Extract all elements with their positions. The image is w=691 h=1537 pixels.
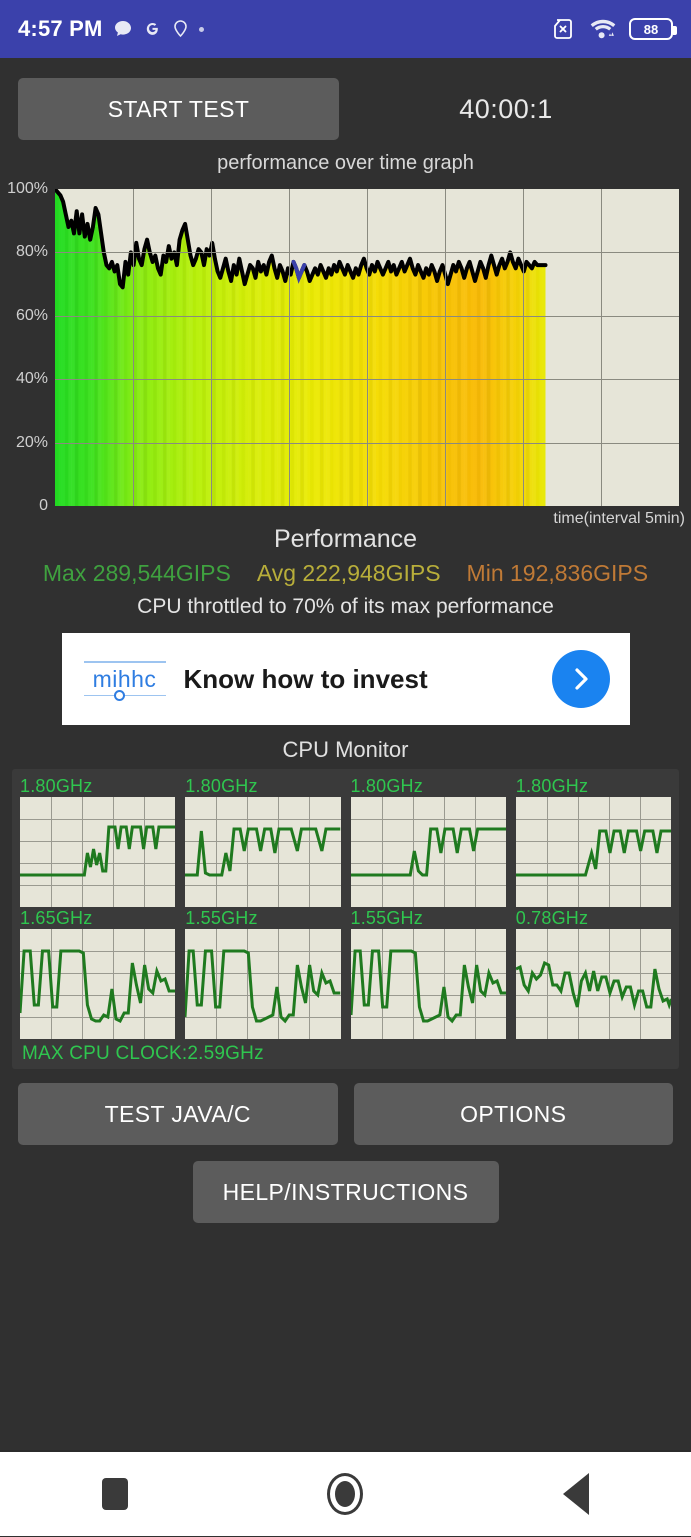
chart-vgrid: [211, 189, 212, 506]
chart-x-axis-label: time(interval 5min): [553, 510, 685, 527]
cpu-core-0-frequency: 1.80GHz: [20, 776, 93, 796]
performance-chart: 100% 80% 60% 40% 20% 0 time(interval 5min): [0, 177, 691, 527]
performance-avg: Avg 222,948GIPS: [256, 560, 441, 586]
triangle-left-icon: [562, 1473, 589, 1515]
ad-banner[interactable]: mihhc Know how to invest: [61, 633, 630, 725]
cpu-core-2-frequency: 1.80GHz: [350, 776, 423, 796]
cpu-core-1-graph: [185, 797, 341, 907]
cpu-core-4-frequency: 1.65GHz: [20, 908, 93, 928]
chart-plot-area: [55, 189, 679, 506]
status-clock: 4:57 PM: [18, 16, 103, 41]
sim-card-off-icon: [551, 17, 577, 41]
cpu-monitor-title: CPU Monitor: [282, 737, 409, 762]
cpu-core-5-line: [185, 929, 340, 1039]
help-button-row: HELP/INSTRUCTIONS: [0, 1145, 691, 1223]
chart-ytick-4: 20%: [15, 433, 48, 451]
cpu-core-7-line: [516, 929, 671, 1039]
start-test-button[interactable]: START TEST: [18, 78, 339, 140]
android-nav-bar: [0, 1450, 691, 1536]
cpu-core-3-line: [516, 797, 671, 907]
cpu-core-row-2: 1.65GHz 1.55GHz 1.55GHz 0.78GHz: [20, 907, 671, 1039]
back-button[interactable]: [516, 1451, 636, 1537]
chart-y-axis: 100% 80% 60% 40% 20% 0: [0, 177, 52, 518]
test-timer: 40:00:1: [459, 93, 553, 124]
chart-vgrid: [523, 189, 524, 506]
performance-title: Performance: [273, 525, 418, 553]
status-bar-right: 88: [551, 17, 677, 41]
cpu-core-2-graph: [350, 797, 506, 907]
cpu-core-4-line: [20, 929, 175, 1039]
cpu-core-0-graph: [20, 797, 176, 907]
recents-button[interactable]: [55, 1451, 175, 1537]
cpu-core-7-frequency: 0.78GHz: [515, 908, 589, 928]
cpu-core-0: 1.80GHz: [20, 775, 176, 907]
cpu-core-6: 1.55GHz: [350, 907, 506, 1039]
chart-ytick-5: 0: [39, 497, 48, 514]
cpu-core-2: 1.80GHz: [350, 775, 506, 907]
top-controls-row: START TEST 40:00:1: [0, 58, 691, 140]
cpu-core-1: 1.80GHz: [185, 775, 341, 907]
chart-vgrid: [445, 189, 446, 506]
chart-title: performance over time graph: [217, 152, 474, 174]
options-button[interactable]: OPTIONS: [353, 1083, 673, 1145]
bottom-button-row: TEST JAVA/C OPTIONS: [0, 1069, 691, 1145]
cpu-core-row-1: 1.80GHz 1.80GHz 1.80GHz 1.80GHz: [20, 775, 671, 907]
cpu-core-6-graph: [350, 929, 506, 1039]
circle-icon: [327, 1473, 364, 1515]
performance-stats: Max 289,544GIPS Avg 222,948GIPS Min 192,…: [0, 560, 691, 587]
cpu-core-6-line: [351, 929, 506, 1039]
status-bar-left: 4:57 PM: [18, 16, 551, 42]
cpu-core-7: 0.78GHz: [515, 907, 671, 1039]
cpu-core-7-graph: [515, 929, 671, 1039]
chart-ytick-3: 40%: [15, 370, 48, 388]
test-java-c-button[interactable]: TEST JAVA/C: [18, 1083, 338, 1145]
battery-icon: 88: [629, 18, 677, 40]
throttle-message: CPU throttled to 70% of its max performa…: [137, 595, 554, 618]
performance-max: Max 289,544GIPS: [42, 560, 231, 586]
cpu-core-5-graph: [185, 929, 341, 1039]
chart-vgrid: [133, 189, 134, 506]
battery-level: 88: [643, 21, 659, 37]
chart-vgrid: [601, 189, 602, 506]
location-pin-icon: [172, 19, 189, 39]
status-bar: 4:57 PM 88: [0, 0, 691, 58]
cpu-core-3-frequency: 1.80GHz: [515, 776, 589, 796]
cpu-core-1-line: [185, 797, 340, 907]
ad-logo-text: mihhc: [92, 665, 157, 692]
square-icon: [102, 1478, 129, 1510]
cpu-core-2-line: [351, 797, 506, 907]
max-cpu-clock-label: MAX CPU CLOCK:2.59GHz: [22, 1043, 264, 1064]
cpu-core-3-graph: [515, 797, 671, 907]
home-button[interactable]: [285, 1451, 405, 1537]
cpu-core-1-frequency: 1.80GHz: [185, 776, 258, 796]
cpu-monitor-panel: 1.80GHz 1.80GHz 1.80GHz 1.80GHz 1.65GHz 1.55…: [12, 769, 679, 1069]
wifi-icon: [589, 18, 617, 40]
cpu-core-4-graph: [20, 929, 176, 1039]
app-body: START TEST 40:00:1 performance over time…: [0, 58, 691, 1508]
performance-min: Min 192,836GIPS: [466, 560, 649, 586]
cpu-core-6-frequency: 1.55GHz: [350, 908, 423, 928]
chart-ytick-2: 60%: [15, 306, 48, 324]
chevron-right-icon[interactable]: [551, 650, 610, 708]
cpu-core-4: 1.65GHz: [20, 907, 176, 1039]
google-g-icon: [143, 20, 162, 39]
cpu-core-0-line: [20, 797, 175, 907]
chart-ytick-1: 80%: [15, 243, 48, 261]
chat-bubble-icon: [113, 19, 133, 39]
cpu-core-3: 1.80GHz: [515, 775, 671, 907]
cpu-core-5-frequency: 1.55GHz: [185, 908, 258, 928]
ad-logo: mihhc: [82, 656, 168, 702]
cpu-core-5: 1.55GHz: [185, 907, 341, 1039]
dot-icon: [198, 26, 204, 32]
chart-vgrid: [289, 189, 290, 506]
chart-vgrid: [367, 189, 368, 506]
help-instructions-button[interactable]: HELP/INSTRUCTIONS: [192, 1161, 499, 1223]
chart-ytick-0: 100%: [7, 180, 48, 197]
ad-headline: Know how to invest: [183, 663, 428, 694]
